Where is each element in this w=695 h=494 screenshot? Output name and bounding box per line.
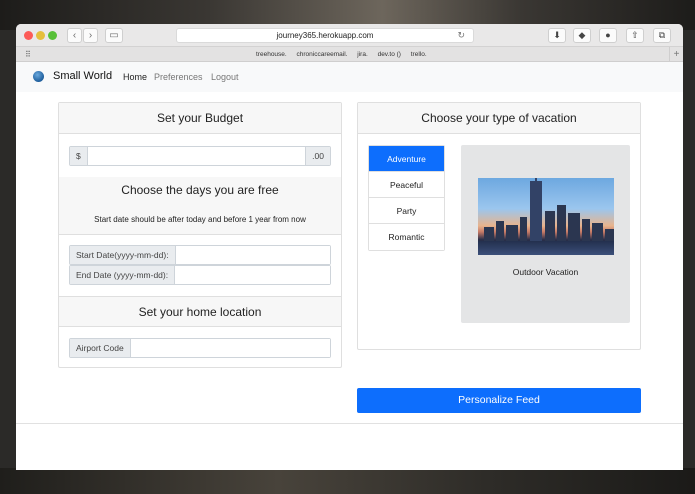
browser-toolbar: ‹ › ▭ journey365.herokuapp.com ↻ ⬇ ◆ ● ⇧… (16, 24, 683, 47)
vacation-preview: Outdoor Vacation (461, 145, 630, 323)
vacation-type-list: Adventure Peaceful Party Romantic (368, 145, 445, 251)
grid-icon[interactable]: ⠿ (25, 47, 31, 62)
preview-caption: Outdoor Vacation (512, 267, 579, 277)
currency-prefix: $ (70, 147, 88, 165)
bookmark-trello[interactable]: trello. (411, 51, 427, 58)
app-navbar: Small World Home Preferences Logout (16, 62, 683, 92)
start-date-group: Start Date(yyyy-mm-dd): (69, 245, 331, 265)
end-date-input[interactable] (182, 266, 330, 284)
bookmark-devto[interactable]: dev.to () (378, 51, 401, 58)
evernote-icon[interactable]: ◆ (573, 28, 591, 43)
tabs-icon[interactable]: ⧉ (653, 28, 671, 43)
desktop-background-bottom (0, 468, 695, 494)
globe-icon (33, 71, 44, 82)
brand-name[interactable]: Small World (53, 70, 112, 82)
vacation-type-party[interactable]: Party (369, 198, 444, 224)
forward-icon[interactable]: › (83, 28, 98, 43)
airport-group: Airport Code (69, 338, 331, 358)
start-date-label: Start Date(yyyy-mm-dd): (70, 246, 176, 264)
share-icon[interactable]: ⇧ (626, 28, 644, 43)
zoom-window-button[interactable] (48, 31, 57, 40)
back-icon[interactable]: ‹ (67, 28, 82, 43)
browser-window: ‹ › ▭ journey365.herokuapp.com ↻ ⬇ ◆ ● ⇧… (16, 24, 683, 470)
trip-settings-card: Set your Budget $ .00 Choose the days yo… (58, 102, 342, 368)
end-date-label: End Date (yyyy-mm-dd): (70, 266, 176, 284)
airport-label: Airport Code (70, 339, 131, 357)
bookmarks-bar: ⠿ treehouse. chroniccareemail. jira. dev… (16, 47, 683, 62)
address-url: journey365.herokuapp.com (276, 31, 374, 40)
days-hint: Start date should be after today and bef… (94, 215, 306, 224)
bookmark-chroniccareemail[interactable]: chroniccareemail. (297, 51, 348, 58)
web-page: Small World Home Preferences Logout Set … (16, 62, 683, 470)
home-location-title: Set your home location (59, 296, 341, 327)
adblock-icon[interactable]: ● (599, 28, 617, 43)
download-icon[interactable]: ⬇ (548, 28, 566, 43)
sidebar-icon[interactable]: ▭ (105, 28, 123, 43)
footer-divider (16, 423, 683, 424)
start-date-input[interactable] (186, 246, 330, 264)
bookmark-list: treehouse. chroniccareemail. jira. dev.t… (256, 47, 435, 62)
budget-title: Set your Budget (59, 103, 341, 134)
cents-suffix: .00 (305, 147, 330, 165)
new-tab-icon[interactable]: + (669, 47, 683, 62)
days-title: Choose the days you are free (121, 183, 279, 197)
close-window-button[interactable] (24, 31, 33, 40)
bookmark-treehouse[interactable]: treehouse. (256, 51, 287, 58)
nav-preferences-link[interactable]: Preferences (154, 72, 203, 82)
city-skyline-photo (478, 178, 614, 255)
vacation-type-peaceful[interactable]: Peaceful (369, 172, 444, 198)
nav-home-link[interactable]: Home (123, 72, 147, 82)
reload-icon[interactable]: ↻ (457, 29, 465, 42)
budget-input-group: $ .00 (69, 146, 331, 166)
vacation-type-romantic[interactable]: Romantic (369, 224, 444, 250)
vacation-type-card: Choose your type of vacation Adventure P… (357, 102, 641, 350)
nav-logout-link[interactable]: Logout (211, 72, 239, 82)
end-date-group: End Date (yyyy-mm-dd): (69, 265, 331, 285)
address-bar[interactable]: journey365.herokuapp.com ↻ (176, 28, 474, 43)
vacation-title: Choose your type of vacation (358, 103, 640, 134)
bookmark-jira[interactable]: jira. (357, 51, 367, 58)
personalize-feed-button[interactable]: Personalize Feed (357, 388, 641, 413)
budget-input[interactable] (90, 147, 304, 165)
days-header: Choose the days you are free Start date … (59, 177, 341, 235)
vacation-type-adventure[interactable]: Adventure (369, 146, 444, 172)
minimize-window-button[interactable] (36, 31, 45, 40)
airport-code-input[interactable] (136, 339, 330, 357)
